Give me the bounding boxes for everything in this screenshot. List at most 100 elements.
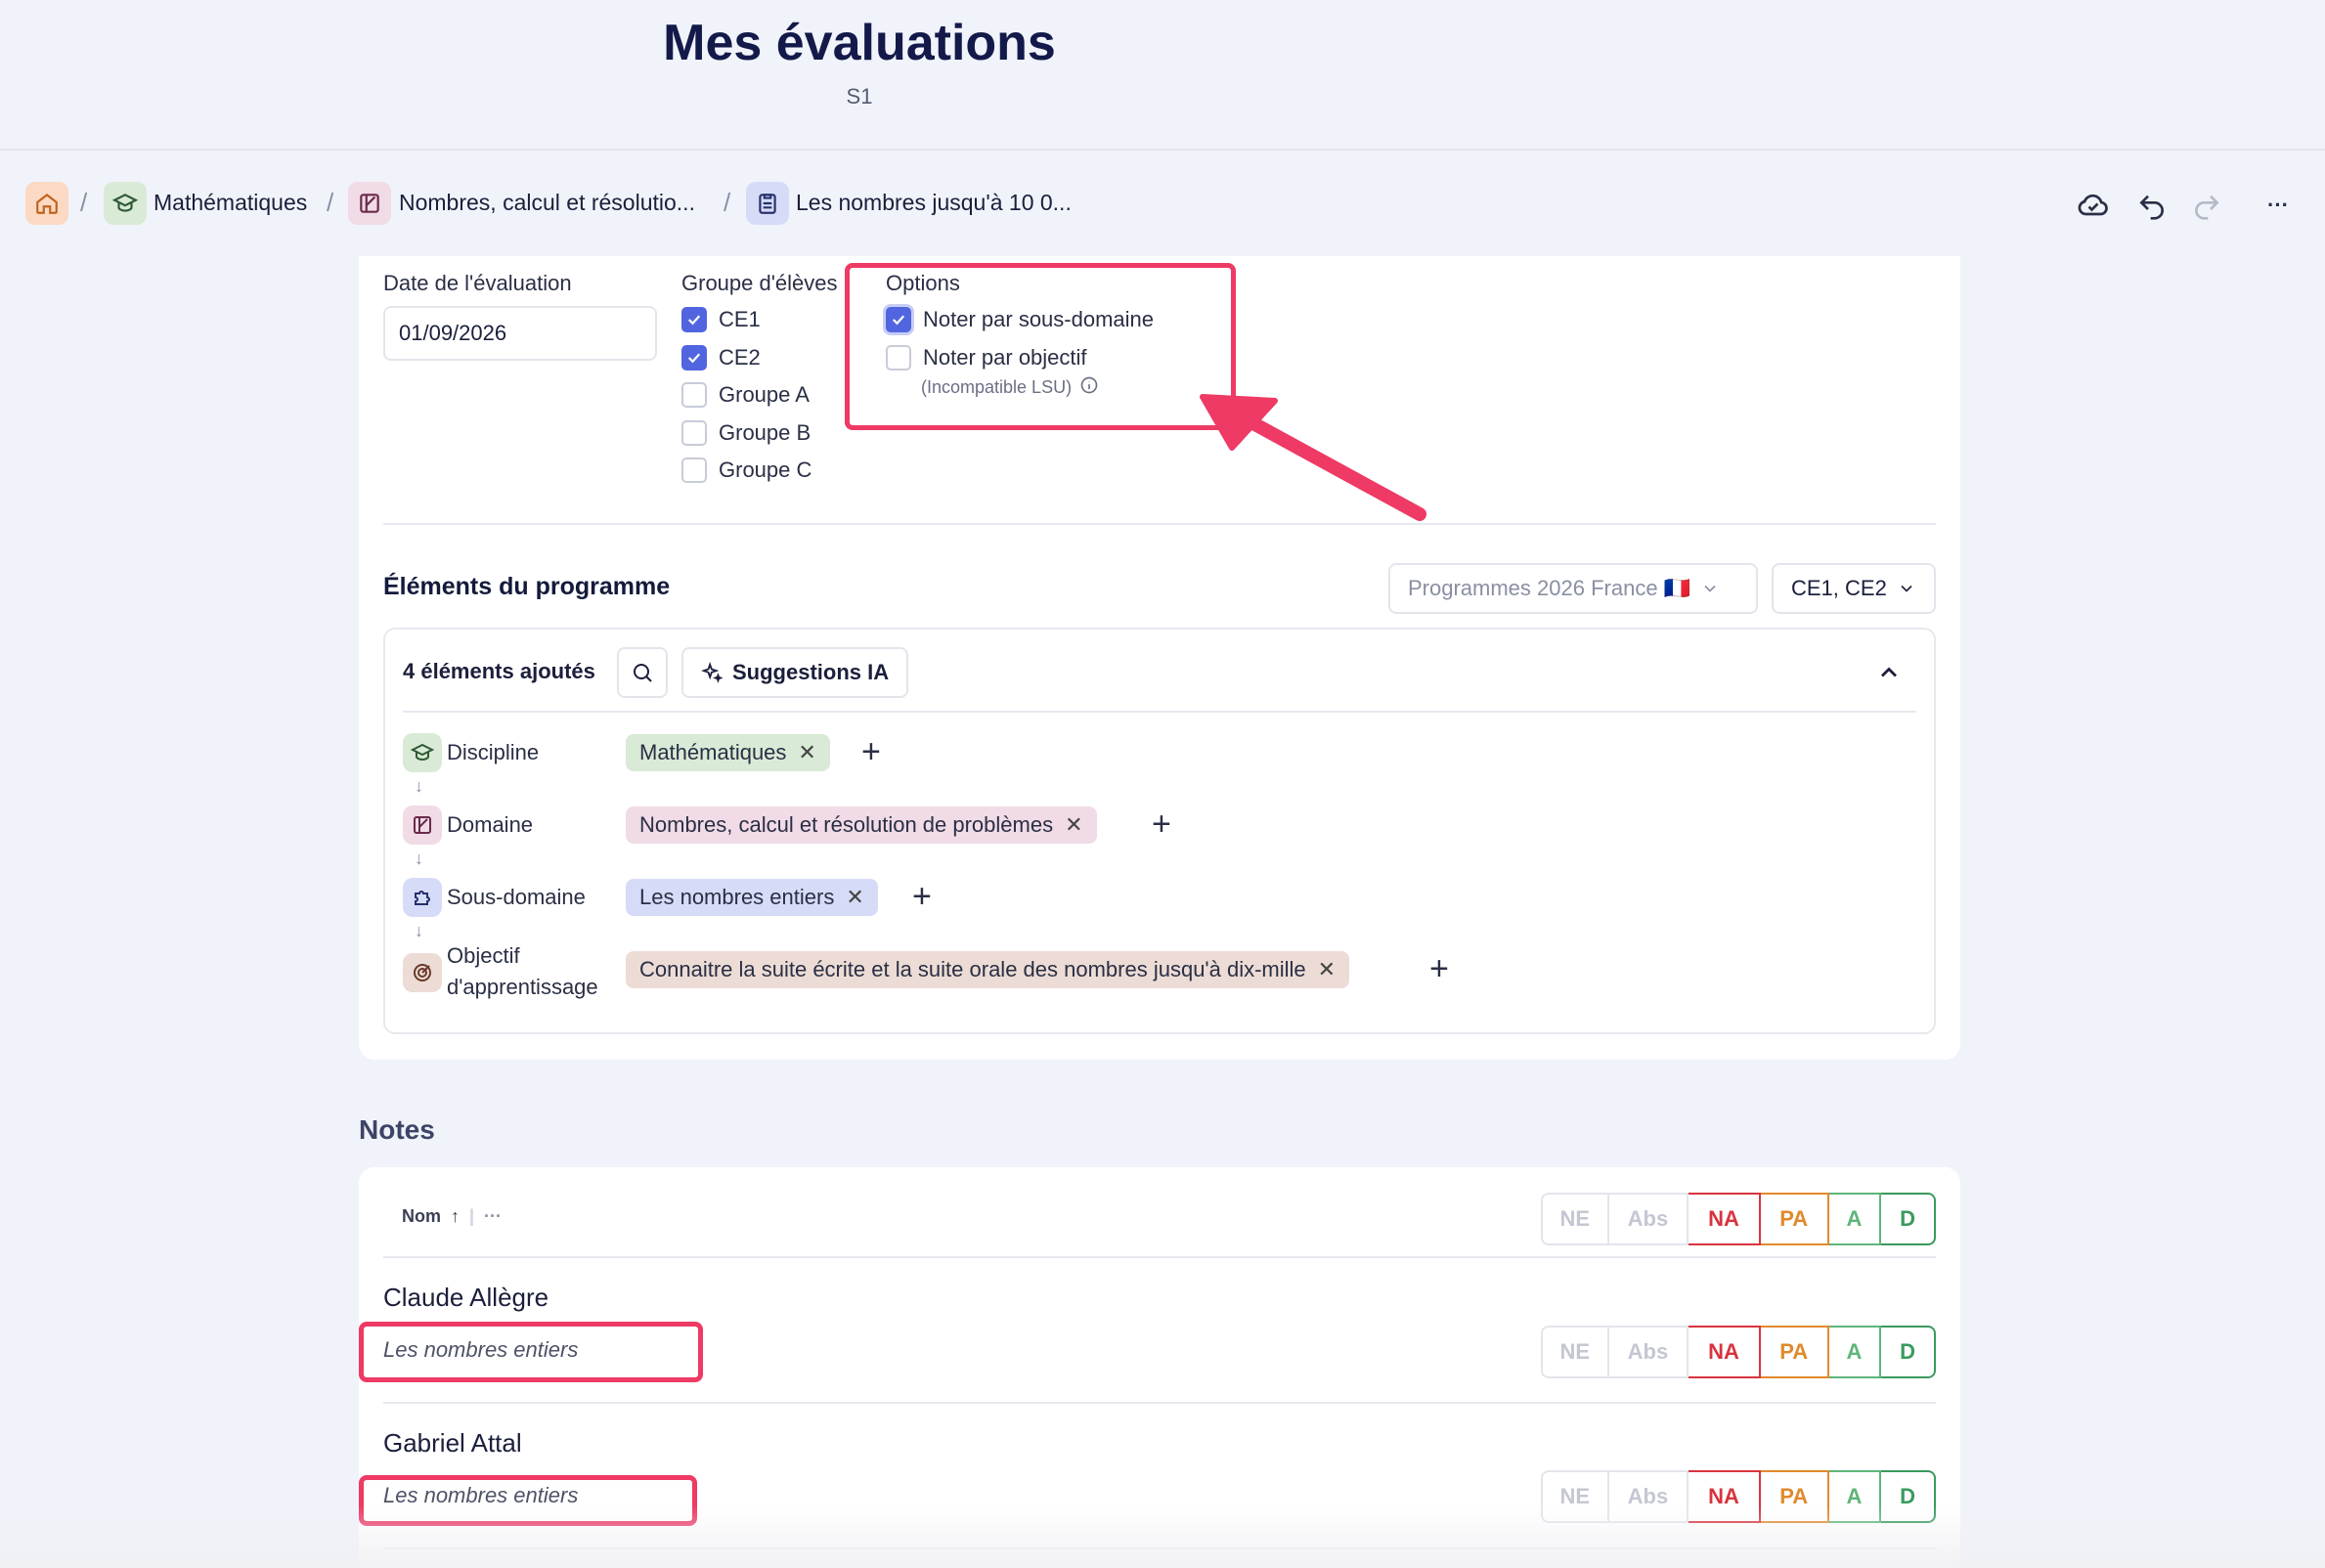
- group-label: Groupe d'élèves: [681, 271, 838, 295]
- ai-suggestions-button[interactable]: Suggestions IA: [681, 647, 909, 698]
- grade-header-ne[interactable]: NE: [1541, 1193, 1609, 1245]
- subdomain-highlight-box: [359, 1322, 703, 1382]
- level-select[interactable]: CE1, CE2: [1772, 563, 1936, 614]
- redo-icon[interactable]: [2187, 186, 2226, 225]
- undo-icon[interactable]: [2132, 186, 2171, 225]
- checkbox[interactable]: [681, 420, 707, 446]
- add-objectif-button[interactable]: +: [1429, 952, 1449, 985]
- grade-button-d[interactable]: D: [1881, 1326, 1936, 1378]
- grade-header-d[interactable]: D: [1881, 1193, 1936, 1245]
- arrow-down-icon: ↓: [415, 921, 423, 940]
- clipboard-icon: [746, 182, 789, 225]
- grade-button-pa[interactable]: PA: [1760, 1326, 1829, 1378]
- bottom-fade: [0, 1505, 2325, 1568]
- elements-count: 4 éléments ajoutés: [403, 659, 595, 683]
- student-name: Claude Allègre: [383, 1283, 549, 1312]
- breadcrumb-item-domaine[interactable]: Nombres, calcul et résolutio...: [399, 190, 695, 216]
- grade-header-group: NE Abs NA PA A D: [1541, 1193, 1936, 1245]
- level-label-sous-domaine: Sous-domaine: [447, 885, 586, 909]
- chevron-up-icon: [1881, 667, 1897, 677]
- chevron-down-icon: [1901, 585, 1912, 592]
- breadcrumb-separator: /: [724, 188, 731, 217]
- cloud-check-icon[interactable]: [2074, 186, 2113, 225]
- add-domaine-button[interactable]: +: [1152, 807, 1171, 841]
- breadcrumb-separator: /: [327, 188, 334, 217]
- shapes-icon: [348, 182, 391, 225]
- search-button[interactable]: [617, 647, 668, 698]
- annotation-arrow-icon: [1200, 394, 1426, 521]
- remove-chip-icon[interactable]: ✕: [1065, 812, 1082, 838]
- grade-header-pa[interactable]: PA: [1760, 1193, 1829, 1245]
- options-highlight-box: [845, 263, 1236, 430]
- group-option-label: Groupe B: [719, 420, 812, 445]
- group-checkbox-groupe-b[interactable]: Groupe B: [681, 420, 811, 446]
- group-checkbox-ce2[interactable]: CE2: [681, 345, 761, 370]
- add-discipline-button[interactable]: +: [861, 735, 881, 768]
- breadcrumb-item-evaluation[interactable]: Les nombres jusqu'à 10 0...: [796, 190, 1072, 216]
- column-more-button[interactable]: ···: [484, 1206, 502, 1227]
- puzzle-icon: [403, 878, 442, 917]
- search-icon: [634, 664, 652, 682]
- page-title: Mes évaluations: [663, 15, 1056, 71]
- level-label-domaine: Domaine: [447, 812, 534, 837]
- remove-chip-icon[interactable]: ✕: [846, 885, 863, 910]
- group-checkbox-groupe-a[interactable]: Groupe A: [681, 382, 810, 408]
- add-sous-domaine-button[interactable]: +: [912, 880, 932, 913]
- chip-label: Connaitre la suite écrite et la suite or…: [639, 957, 1306, 981]
- breadcrumb-separator: /: [80, 188, 88, 217]
- chip-label: Nombres, calcul et résolution de problèm…: [639, 812, 1054, 837]
- arrow-up-icon: ↑: [451, 1206, 460, 1226]
- home-icon[interactable]: [25, 182, 68, 225]
- breadcrumb-item-mathematiques[interactable]: Mathématiques: [154, 190, 307, 216]
- checkbox[interactable]: [681, 382, 707, 408]
- program-select[interactable]: Programmes 2026 France 🇫🇷: [1388, 563, 1758, 614]
- graduation-cap-icon: [403, 733, 442, 772]
- divider: [403, 711, 1916, 713]
- ai-suggestions-label: Suggestions IA: [732, 660, 890, 684]
- level-label-apprentissage: d'apprentissage: [447, 975, 598, 999]
- page-subtitle: S1: [846, 84, 873, 109]
- grade-header-na[interactable]: NA: [1689, 1193, 1761, 1245]
- chip-label: Mathématiques: [639, 740, 787, 764]
- sparkle-icon: [701, 662, 723, 683]
- notes-section-title: Notes: [359, 1114, 435, 1145]
- checkbox[interactable]: [681, 345, 707, 370]
- grade-buttons-claude: NE Abs NA PA A D: [1541, 1326, 1936, 1378]
- chip-sous-domaine: Les nombres entiers ✕: [626, 879, 878, 916]
- remove-chip-icon[interactable]: ✕: [798, 740, 815, 765]
- checkbox[interactable]: [681, 457, 707, 483]
- group-option-label: Groupe C: [719, 457, 812, 482]
- programme-section-title: Éléments du programme: [383, 573, 671, 600]
- sort-by-name[interactable]: Nom ↑ | ···: [402, 1206, 502, 1227]
- group-checkbox-ce1[interactable]: CE1: [681, 307, 761, 332]
- grade-header-a[interactable]: A: [1828, 1193, 1882, 1245]
- graduation-cap-icon: [104, 182, 147, 225]
- date-input[interactable]: 01/09/2026: [383, 306, 657, 361]
- divider: [383, 1256, 1936, 1258]
- chip-domaine: Nombres, calcul et résolution de problèm…: [626, 806, 1097, 844]
- program-select-value: Programmes 2026 France 🇫🇷: [1408, 576, 1691, 600]
- chip-objectif: Connaitre la suite écrite et la suite or…: [626, 951, 1350, 988]
- grade-button-na[interactable]: NA: [1689, 1326, 1761, 1378]
- grade-button-a[interactable]: A: [1828, 1326, 1882, 1378]
- grade-button-abs[interactable]: Abs: [1608, 1326, 1689, 1378]
- page-header: Mes évaluations S1: [0, 0, 2325, 151]
- column-divider: |: [469, 1206, 475, 1226]
- grade-header-abs[interactable]: Abs: [1608, 1193, 1689, 1245]
- arrow-down-icon: ↓: [415, 849, 423, 868]
- more-menu-button[interactable]: ···: [2259, 186, 2298, 225]
- chip-label: Les nombres entiers: [639, 885, 835, 909]
- arrow-down-icon: ↓: [415, 776, 423, 796]
- divider: [383, 523, 1936, 525]
- student-name: Gabriel Attal: [383, 1428, 522, 1458]
- collapse-button[interactable]: [1875, 659, 1903, 691]
- grade-button-ne[interactable]: NE: [1541, 1326, 1609, 1378]
- remove-chip-icon[interactable]: ✕: [1318, 957, 1336, 982]
- group-option-label: CE1: [719, 307, 761, 331]
- level-label-objectif: Objectif: [447, 943, 520, 968]
- group-checkbox-groupe-c[interactable]: Groupe C: [681, 457, 812, 483]
- target-icon: [403, 953, 442, 992]
- chevron-down-icon: [1704, 585, 1716, 592]
- checkbox[interactable]: [681, 307, 707, 332]
- shapes-icon: [403, 806, 442, 845]
